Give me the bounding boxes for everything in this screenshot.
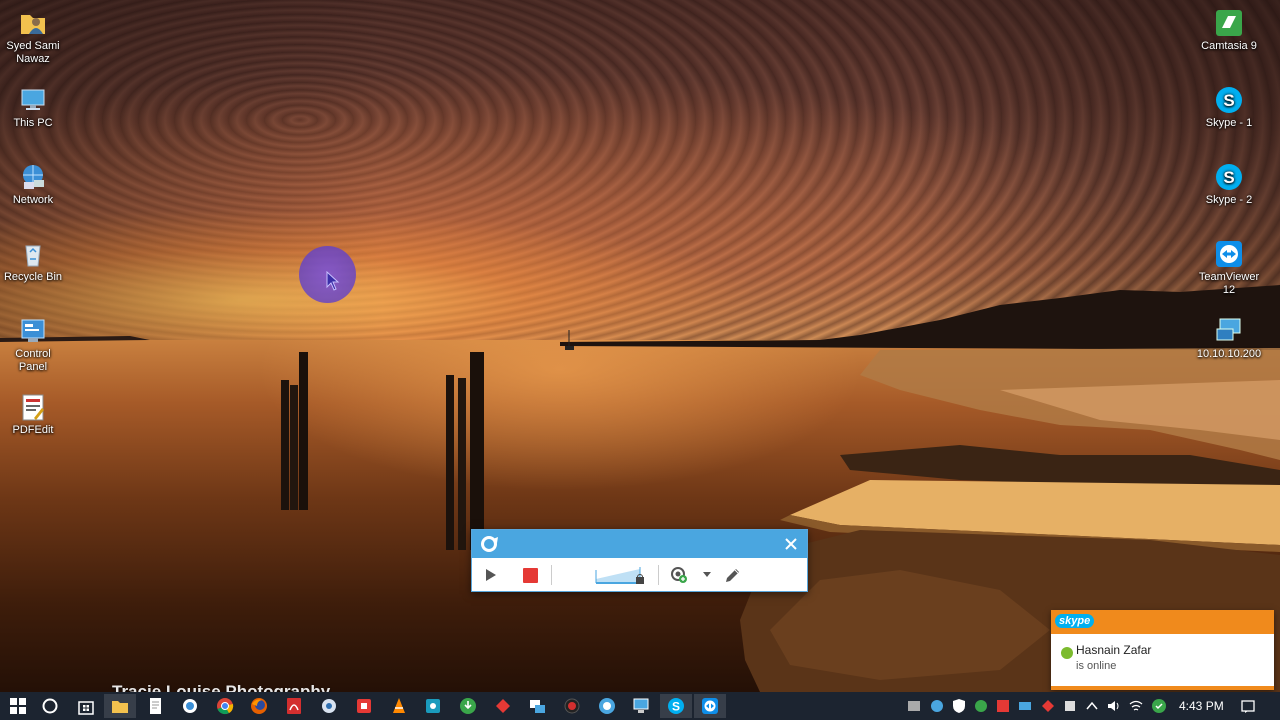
skype-icon[interactable]: S (666, 696, 686, 716)
desktop-icon-skype-1[interactable]: S Skype - 1 (1192, 85, 1266, 130)
skype-icon: S (1216, 164, 1242, 190)
svg-text:S: S (1223, 91, 1234, 110)
chevron-down-icon[interactable] (703, 572, 711, 577)
app-icon[interactable] (180, 696, 200, 716)
recorder-titlebar[interactable] (472, 530, 807, 558)
desktop-icon-pdfedit[interactable]: PDFEdit (0, 392, 70, 437)
webcam-icon[interactable] (670, 566, 688, 584)
firefox-icon[interactable] (249, 696, 269, 716)
acrobat-icon[interactable] (284, 696, 304, 716)
network-icon (23, 165, 44, 189)
remote-desktop-icon (1216, 318, 1241, 341)
desktop-icon-camtasia[interactable]: Camtasia 9 (1192, 8, 1266, 53)
toolbar-divider (658, 565, 659, 585)
app-icon[interactable] (493, 696, 513, 716)
notification-center-icon[interactable] (1240, 698, 1256, 714)
app-icon[interactable] (319, 696, 339, 716)
control-panel-icon (21, 319, 45, 342)
recorder-controls (472, 558, 807, 591)
play-icon[interactable] (484, 568, 498, 582)
desktop-icon-control-panel[interactable]: Control Panel (0, 316, 70, 374)
file-explorer-icon[interactable] (110, 696, 130, 716)
svg-text:S: S (1223, 168, 1234, 187)
pen-icon[interactable] (724, 566, 742, 584)
shield-icon[interactable] (951, 698, 967, 714)
skype-logo: skype (1055, 614, 1095, 628)
chrome-icon[interactable] (215, 696, 235, 716)
tray-recorder-icon[interactable] (929, 698, 945, 714)
store-icon[interactable] (76, 696, 96, 716)
tray-app-icon[interactable] (973, 698, 989, 714)
vlc-icon[interactable] (389, 696, 409, 716)
desktop-icon-user-folder[interactable]: Syed Sami Nawaz (0, 8, 70, 66)
teamviewer-icon (1216, 241, 1242, 267)
recycle-bin-icon (25, 245, 41, 267)
teamviewer-icon[interactable] (700, 696, 720, 716)
contact-status: is online (1076, 660, 1117, 672)
cortana-icon[interactable] (40, 696, 60, 716)
app-icon[interactable] (354, 696, 374, 716)
desktop-icon-teamviewer[interactable]: TeamViewer 12 (1192, 239, 1266, 297)
user-folder-icon (21, 15, 45, 34)
tray-app-icon[interactable] (1040, 698, 1056, 714)
svg-text:S: S (672, 700, 680, 714)
taskbar-clock[interactable]: 4:43 PM (1179, 699, 1224, 713)
recorder-icon[interactable] (562, 696, 582, 716)
camtasia-recorder-icon[interactable] (597, 696, 617, 716)
mouse-cursor-icon (326, 271, 340, 291)
contact-name: Hasnain Zafar (1076, 643, 1152, 657)
notification-header: skype (1051, 610, 1274, 634)
toolbar-divider (551, 565, 552, 585)
close-icon[interactable] (781, 534, 801, 554)
online-status-icon (1061, 647, 1073, 659)
recorder-logo-icon (481, 536, 498, 552)
skype-icon: S (1216, 87, 1242, 113)
app-icon[interactable] (423, 696, 443, 716)
computer-icon (21, 89, 45, 110)
desktop-icon-skype-2[interactable]: S Skype - 2 (1192, 162, 1266, 207)
desktop-icon-this-pc[interactable]: This PC (0, 85, 70, 130)
wifi-icon[interactable] (1128, 698, 1144, 714)
pdfedit-icon (22, 394, 44, 421)
notepad-icon[interactable] (145, 696, 165, 716)
stop-icon[interactable] (523, 568, 538, 583)
recorder-toolbar[interactable] (471, 529, 808, 592)
tray-app-icon[interactable] (995, 698, 1011, 714)
desktop-icon-network[interactable]: Network (0, 162, 70, 207)
volume-icon[interactable] (1106, 698, 1122, 714)
desktop-icon-remote-desktop[interactable]: 10.10.10.200 (1192, 316, 1266, 361)
desktop-icon-recycle-bin[interactable]: Recycle Bin (0, 239, 70, 284)
audio-level-icon[interactable] (595, 564, 647, 586)
tray-app-icon[interactable] (1017, 698, 1033, 714)
tray-app-icon[interactable] (1062, 698, 1078, 714)
windows-start-icon[interactable] (8, 696, 28, 716)
tray-skype-icon[interactable] (1151, 698, 1167, 714)
app-icon[interactable] (631, 696, 651, 716)
app-icon[interactable] (458, 696, 478, 716)
taskbar: S 4:43 PM (0, 692, 1280, 720)
app-icon[interactable] (527, 696, 547, 716)
skype-notification[interactable]: skype Hasnain Zafar is online (1051, 610, 1274, 690)
chevron-up-icon[interactable] (1084, 698, 1100, 714)
tray-app-icon[interactable] (906, 698, 922, 714)
camtasia-icon (1216, 10, 1242, 36)
